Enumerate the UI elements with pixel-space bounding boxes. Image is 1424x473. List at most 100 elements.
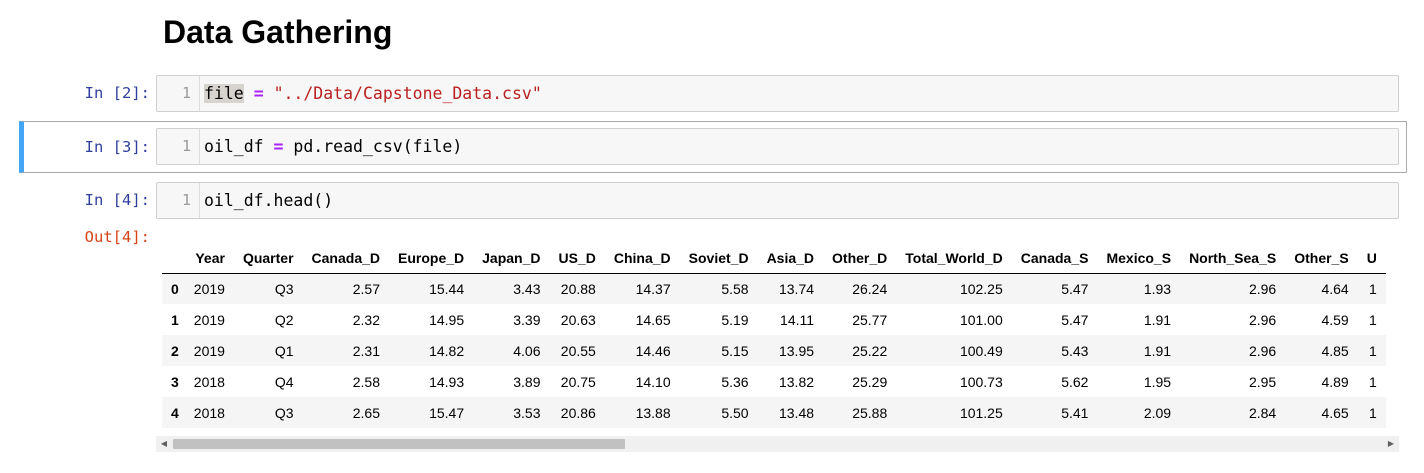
table-cell: 101.00 [959,311,1003,328]
column-header: Other_S [1285,243,1358,274]
table-cell: 3.43 [513,280,541,297]
table-cell: 2.58 [352,373,380,390]
scroll-left-arrow-icon[interactable]: ◀ [156,436,172,452]
table-cell: Q4 [274,373,294,390]
table-cell: 3.53 [513,404,541,421]
table-cell: Q2 [274,311,294,328]
table-cell: 5.19 [721,311,749,328]
code-cell-3-selected[interactable]: In [3]: 1 oil_df = pd.read_csv(file) [19,121,1407,173]
table-cell: 3.89 [513,373,541,390]
table-cell: Q3 [274,404,294,421]
table-cell: 4.64 [1321,280,1349,297]
table-cell: 25.77 [852,311,888,328]
code-line[interactable]: oil_df.head() [204,183,333,218]
scrollbar-thumb[interactable] [173,439,625,449]
code-cell-2[interactable]: In [2]: 1 file = "../Data/Capstone_Data.… [0,74,1424,114]
table-body: 0 2019 Q3 2.57 15.44 3.43 20.88 14.37 5.58 13.74 2… [162,273,1386,428]
table-cell: 14.10 [635,373,671,390]
table-cell: 1.95 [1143,373,1172,390]
table-cell: 5.50 [721,404,749,421]
line-number: 1 [181,84,191,102]
table-cell: 1.91 [1143,311,1172,328]
column-header: China_D [604,243,680,274]
gutter-divider [199,76,200,111]
table-cell: 2.32 [352,311,380,328]
code-editor[interactable]: 1 file = "../Data/Capstone_Data.csv" [156,75,1399,112]
table-cell: Q3 [274,280,294,297]
gutter-divider [199,183,200,218]
table-cell: 14.65 [635,311,671,328]
table-cell: 14.93 [429,373,465,390]
column-header: Canada_D [302,243,389,274]
table-cell: 25.29 [852,373,888,390]
table-cell: 2.96 [1248,342,1277,359]
table-cell: 5.58 [721,280,749,297]
table-cell: Q1 [274,342,294,359]
table-cell: 5.36 [721,373,749,390]
column-header: Canada_S [1011,243,1098,274]
table-cell: 14.46 [635,342,671,359]
table-cell: 2.96 [1248,311,1277,328]
table-cell: 5.41 [1061,404,1089,421]
code-operator: = [273,137,284,156]
table-cell: 5.62 [1061,373,1089,390]
column-header: North_Sea_S [1180,243,1286,274]
column-header: Quarter [233,243,303,274]
dataframe-output: Year Quarter Canada_D Europe_D Japan_D US_D Ch… [162,240,1398,456]
table-cell: 4.06 [513,342,541,359]
table-cell: 101.25 [959,404,1003,421]
code-line[interactable]: oil_df = pd.read_csv(file) [204,129,462,164]
table-row: 4 2018 Q3 2.65 15.47 3.53 20.86 13.88 5.50 13.48 2… [162,397,1386,428]
horizontal-scrollbar[interactable]: ◀ ▶ [156,436,1399,452]
table-header-row: Year Quarter Canada_D Europe_D Japan_D US_D Ch… [162,243,1386,274]
code-string: "../Data/Capstone_Data.csv" [273,84,542,103]
table-row: 1 2019 Q2 2.32 14.95 3.39 20.63 14.65 5.19 14.11 2… [162,304,1386,335]
code-call: pd.read_csv(file) [293,137,463,156]
table-row: 3 2018 Q4 2.58 14.93 3.89 20.75 14.10 5.36 13.82 2… [162,366,1386,397]
table-cell: 15.44 [429,280,465,297]
table-cell: 1.91 [1143,342,1172,359]
column-header: Total_World_D [896,243,1012,274]
code-editor[interactable]: 1 oil_df.head() [156,182,1399,219]
column-header: Year [184,243,234,274]
table-cell: 100.73 [959,373,1003,390]
line-number: 1 [181,137,191,155]
table-cell: 1.93 [1143,280,1172,297]
row-index: 2 [171,342,179,359]
column-header: Japan_D [473,243,550,274]
table-cell: 2018 [193,373,225,390]
output-prompt: Out[4]: [84,228,150,246]
table-cell: 14.37 [635,280,671,297]
table-cell: 5.47 [1061,280,1089,297]
input-prompt: In [2]: [84,84,150,102]
table-cell: 5.47 [1061,311,1089,328]
row-index: 4 [171,404,179,421]
table-cell: 13.74 [778,280,815,297]
table-cell: 2.09 [1143,404,1172,421]
table-cell: 25.22 [852,342,888,359]
table-cell: 5.15 [721,342,749,359]
table-cell: 25.88 [852,404,888,421]
input-prompt: In [3]: [84,138,150,156]
table-cell: 5.43 [1061,342,1089,359]
column-header: US_D [549,243,605,274]
table-cell: 102.25 [959,280,1003,297]
table-cell: 14.82 [429,342,465,359]
table-cell: 2018 [193,404,225,421]
table-cell: 20.86 [560,404,596,421]
dataframe-table: Year Quarter Canada_D Europe_D Japan_D US_D Ch… [162,243,1386,428]
code-line[interactable]: file = "../Data/Capstone_Data.csv" [204,76,542,111]
column-header: Mexico_S [1097,243,1181,274]
table-cell: 2.65 [352,404,380,421]
table-cell: 2.84 [1248,404,1277,421]
code-editor[interactable]: 1 oil_df = pd.read_csv(file) [156,128,1399,165]
code-variable-highlighted: file [204,84,244,103]
column-header: Asia_D [757,243,824,274]
table-cell: 4.89 [1321,373,1349,390]
scroll-right-arrow-icon[interactable]: ▶ [1383,436,1399,452]
input-prompt: In [4]: [84,191,150,209]
gutter-divider [199,129,200,164]
code-variable: oil_df [204,137,264,156]
